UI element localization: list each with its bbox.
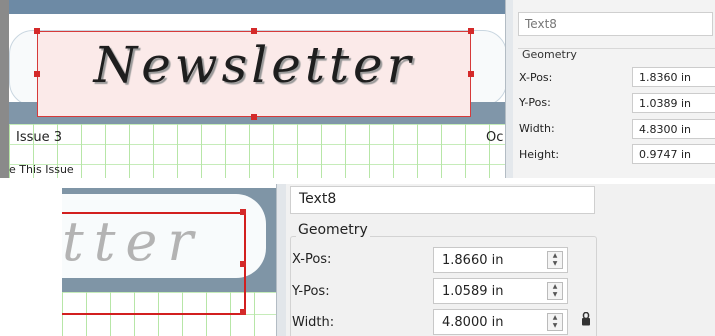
x-pos-value: 1.8660 in [442, 253, 504, 268]
geometry-group-label: Geometry [296, 222, 370, 238]
toc-text: e This Issue [9, 163, 74, 176]
document-canvas-zoomed[interactable]: tter [62, 184, 276, 336]
x-pos-spinner[interactable]: ▲ ▼ [547, 251, 563, 269]
spin-up-icon[interactable]: ▲ [548, 252, 562, 260]
width-value: 4.8000 in [442, 315, 504, 330]
x-pos-field[interactable]: 1.8660 in ▲ ▼ [433, 247, 568, 273]
spin-up-icon[interactable]: ▲ [548, 283, 562, 291]
canvas-left-border [0, 0, 9, 178]
document-canvas[interactable]: Newsletter Issue 3 Oc e This Issue [0, 0, 505, 178]
geometry-group-label: Geometry [522, 48, 577, 61]
spin-down-icon[interactable]: ▼ [548, 260, 562, 268]
properties-panel: Text8 Geometry X-Pos: 1.8660 in ▲ ▼ Y-Po… [286, 184, 715, 336]
x-pos-field[interactable]: 1.8360 in [632, 67, 715, 87]
x-pos-label: X-Pos: [519, 71, 553, 84]
selected-text-frame[interactable]: Newsletter [37, 31, 471, 117]
banner-title: Newsletter [93, 36, 415, 94]
resize-handle-bottom[interactable] [251, 114, 257, 120]
bottom-screenshot: tter Text8 Geometry X-Pos: 1.8660 in ▲ ▼… [62, 184, 715, 336]
width-field[interactable]: 4.8000 in ▲ ▼ [433, 309, 568, 335]
resize-handle-left[interactable] [34, 71, 40, 77]
y-pos-field[interactable]: 1.0389 in [632, 93, 715, 113]
y-pos-value: 1.0589 in [442, 284, 504, 299]
spin-down-icon[interactable]: ▼ [548, 291, 562, 299]
resize-handle-right[interactable] [468, 71, 474, 77]
selected-text-frame[interactable] [62, 212, 246, 315]
chain-lock-icon[interactable] [581, 312, 591, 326]
resize-handle-top-left[interactable] [34, 28, 40, 34]
resize-handle-top-right[interactable] [468, 28, 474, 34]
resize-handle-bottom-right[interactable] [240, 309, 246, 315]
y-pos-label: Y-Pos: [292, 284, 330, 299]
height-field[interactable]: 0.9747 in [632, 144, 715, 164]
y-pos-spinner[interactable]: ▲ ▼ [547, 282, 563, 300]
resize-handle-right[interactable] [240, 261, 246, 267]
spin-down-icon[interactable]: ▼ [548, 322, 562, 330]
y-pos-field[interactable]: 1.0589 in ▲ ▼ [433, 278, 568, 304]
top-screenshot: Newsletter Issue 3 Oc e This Issue Text8… [0, 0, 715, 178]
width-spinner[interactable]: ▲ ▼ [547, 313, 563, 331]
width-field[interactable]: 4.8300 in [632, 119, 715, 139]
page-grid [9, 124, 505, 178]
height-label: Height: [519, 148, 560, 161]
canvas-top-border [0, 0, 505, 14]
y-pos-label: Y-Pos: [519, 96, 551, 109]
object-name-field[interactable]: Text8 [290, 186, 595, 214]
issue-label: Issue 3 [16, 130, 63, 145]
x-pos-label: X-Pos: [292, 252, 332, 267]
side-text: Oc [486, 130, 504, 145]
resize-handle-top[interactable] [251, 28, 257, 34]
width-label: Width: [292, 315, 335, 330]
properties-panel: Text8 Geometry X-Pos: 1.8360 in Y-Pos: 1… [513, 0, 715, 178]
resize-handle-top-right[interactable] [240, 209, 246, 215]
spin-up-icon[interactable]: ▲ [548, 314, 562, 322]
object-name-field[interactable]: Text8 [518, 12, 713, 36]
width-label: Width: [519, 122, 555, 135]
